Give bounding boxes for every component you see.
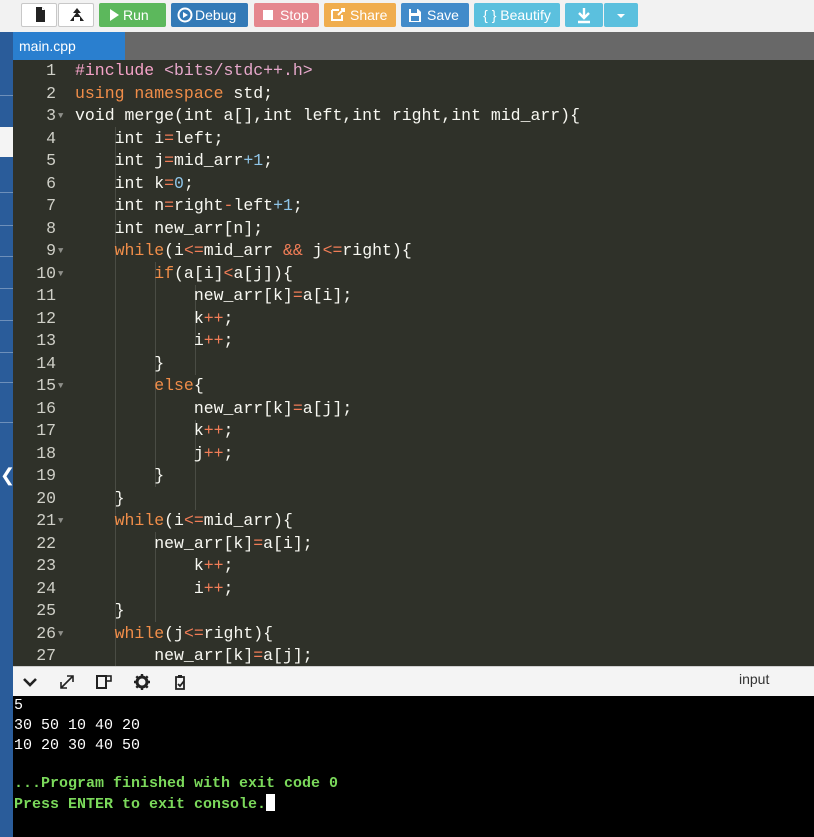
gear-icon[interactable] [133, 673, 151, 691]
code-line: 25 } [36, 601, 125, 620]
code-line: 9 ▼ while(i<=mid_arr && j<=right){ [46, 241, 412, 260]
tab-main-cpp[interactable]: main.cpp [13, 32, 125, 60]
code-line: 18 j++; [36, 443, 234, 463]
code-line: 12 k++; [36, 308, 234, 328]
beautify-label: { } Beautify [483, 7, 551, 23]
code-line: 7 int n=right-left+1; [46, 196, 303, 215]
run-button[interactable]: Run [99, 3, 166, 27]
code-line: 2 using namespace std; [46, 83, 274, 103]
code-line: 24 i++; [36, 578, 234, 598]
code-line: 1 #include <bits/stdc++.h> [46, 61, 313, 80]
code-editor[interactable]: 1 #include <bits/stdc++.h> 2 using namespa… [13, 60, 814, 666]
code-line: 13 i++; [36, 331, 234, 350]
chevron-down-icon[interactable] [21, 673, 39, 691]
run-label: Run [123, 7, 149, 23]
stop-label: Stop [280, 7, 309, 23]
code-line: 14 } [36, 353, 165, 373]
code-line: 17 k++; [36, 421, 234, 440]
tab-bar: main.cpp [13, 32, 814, 60]
expand-icon[interactable] [58, 673, 76, 691]
upload-icon [70, 8, 84, 21]
share-label: Share [350, 7, 388, 23]
share-button[interactable]: Share [324, 3, 396, 27]
debug-icon [177, 7, 193, 23]
download-dropdown-button[interactable] [604, 3, 638, 27]
code-line: 8 int new_arr[n]; [46, 218, 264, 238]
play-icon [110, 9, 119, 21]
console-line: 10 20 30 40 50 [14, 737, 141, 754]
code-line: 6 int k=0; [46, 173, 194, 193]
console-exit-prompt: Press ENTER to exit console. [14, 796, 267, 813]
code-line: 21 ▼ while(i<=mid_arr){ [36, 511, 293, 530]
console-exit-line: Press ENTER to exit console. [14, 794, 276, 814]
input-label: input [739, 671, 770, 687]
beautify-button[interactable]: { } Beautify [474, 3, 560, 27]
save-label: Save [427, 7, 459, 23]
download-icon [578, 8, 590, 24]
code-line: 16 new_arr[k]=a[j]; [36, 398, 353, 418]
split-icon[interactable] [95, 673, 113, 691]
debug-button[interactable]: Debug [171, 3, 248, 27]
share-icon [331, 8, 345, 21]
console-toolbar: input [13, 666, 814, 696]
collapse-sidebar-icon[interactable]: ❮ [0, 465, 15, 485]
chevron-down-icon [617, 14, 625, 18]
console-output[interactable]: 5 30 50 10 40 20 10 20 30 40 50 ...Progr… [13, 696, 814, 837]
code-line: 3 ▼ void merge(int a[],int left,int right,… [46, 106, 580, 125]
upload-button[interactable] [58, 3, 94, 27]
tab-label: main.cpp [19, 38, 76, 54]
download-button[interactable] [565, 3, 603, 27]
code-line: 27 new_arr[k]=a[j]; [36, 646, 313, 665]
code-line: 23 k++; [36, 556, 234, 575]
console-line: 5 [14, 697, 24, 714]
new-file-icon [36, 7, 45, 22]
code-line: 26 ▼ while(j<=right){ [36, 623, 274, 643]
code-line: 15 ▼ else{ [36, 376, 204, 395]
save-icon [409, 9, 421, 22]
code-line: 11 new_arr[k]=a[i]; [36, 286, 353, 305]
code-line: 20 } [36, 488, 125, 508]
code-line: 10 ▼ if(a[i]<a[j]){ [36, 263, 293, 283]
code-line: 22 new_arr[k]=a[i]; [36, 533, 313, 553]
sidebar-selected-item[interactable] [0, 127, 13, 157]
new-file-button[interactable] [21, 3, 57, 27]
toolbar: Run Debug Stop Share Save { } Beautify [0, 0, 814, 32]
debug-label: Debug [195, 7, 237, 23]
code-line: 5 int j=mid_arr+1; [46, 151, 274, 170]
stop-button[interactable]: Stop [254, 3, 319, 27]
code-line: 19 } [36, 466, 165, 485]
clipboard-icon[interactable] [171, 673, 189, 691]
console-cursor [266, 794, 276, 811]
console-finished-message: ...Program finished with exit code 0 [14, 775, 339, 792]
stop-icon [263, 10, 273, 20]
console-line: 30 50 10 40 20 [14, 717, 141, 734]
code-line: 4 int i=left; [46, 128, 224, 148]
save-button[interactable]: Save [401, 3, 469, 27]
